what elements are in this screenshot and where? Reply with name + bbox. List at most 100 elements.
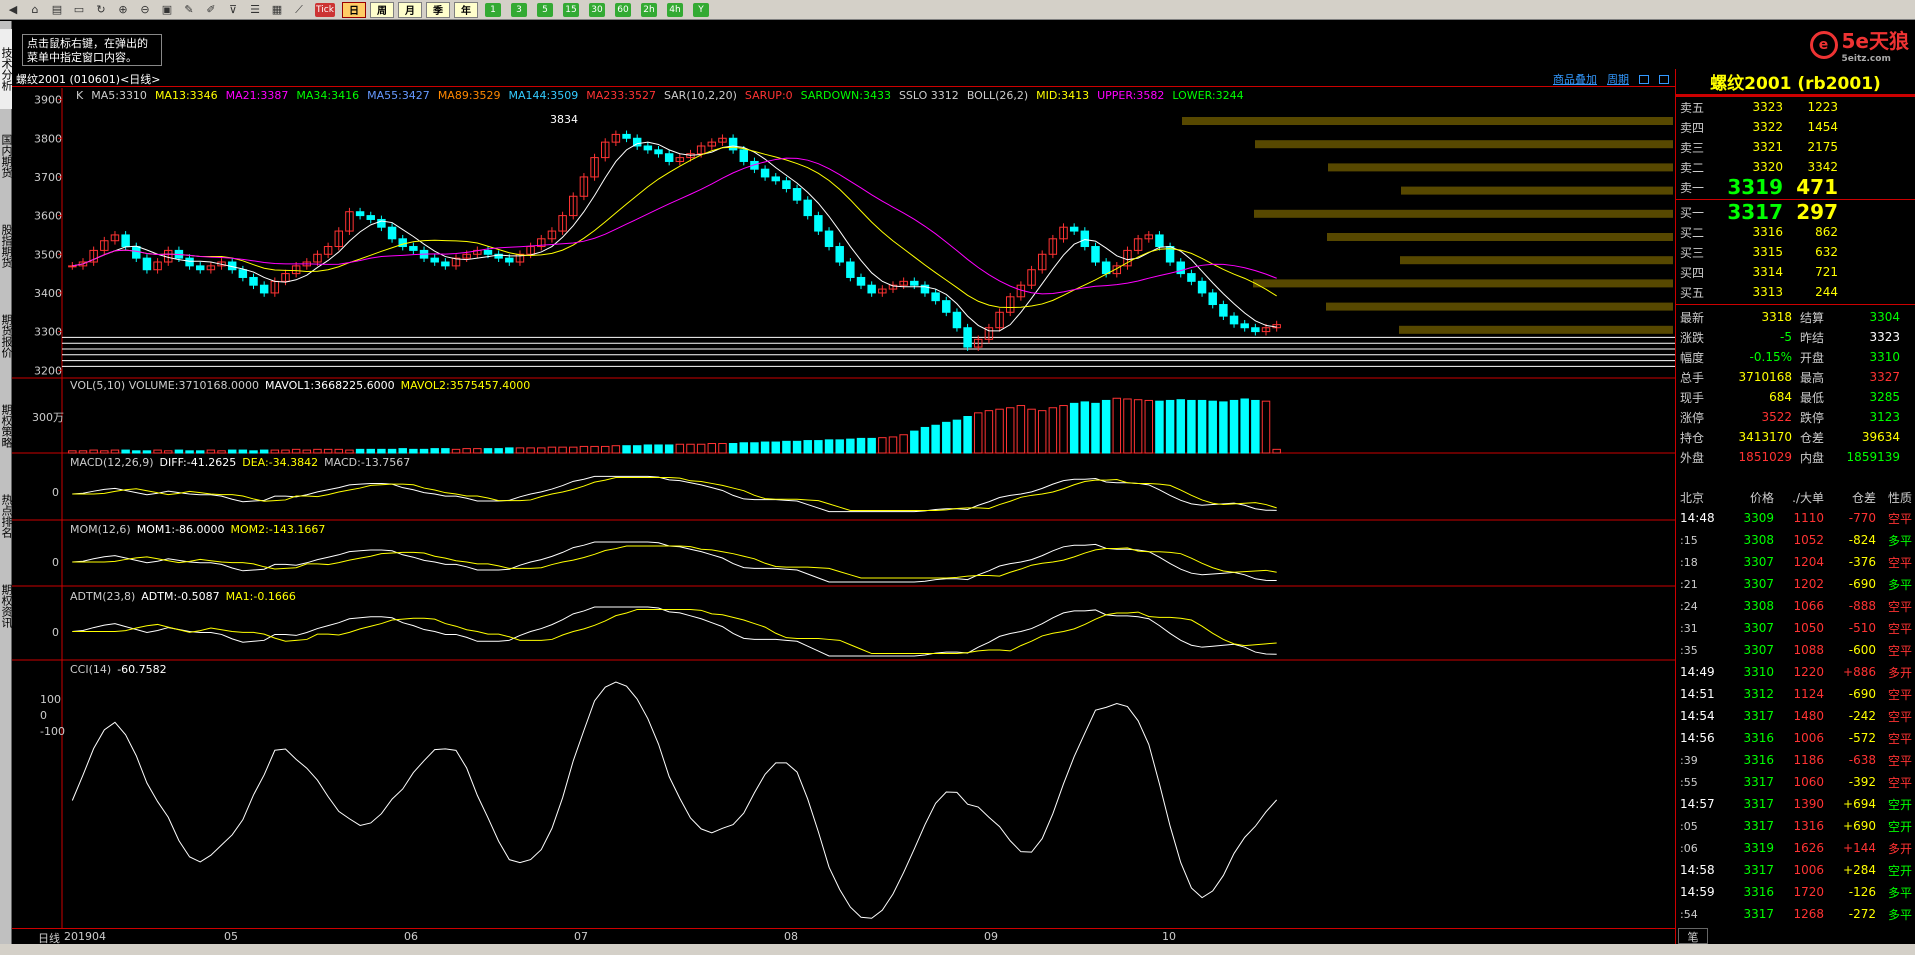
quote-value: -0.15% — [1749, 350, 1792, 364]
volume-bar — [1165, 399, 1175, 454]
candle-body — [430, 257, 439, 263]
sidebar-tab-quote[interactable]: 期货报价 — [0, 296, 13, 376]
book-price: 3313 — [1752, 285, 1783, 299]
book-volume: 1454 — [1807, 120, 1838, 134]
tick-volume: 1202 — [1793, 577, 1824, 591]
zoom-out-icon[interactable]: ⊖ — [134, 1, 156, 19]
tick-price: 3317 — [1743, 709, 1774, 723]
candle-body — [910, 280, 919, 286]
minute-30-button[interactable]: 30 — [589, 2, 605, 17]
add-product-link[interactable]: 商品叠加 — [1553, 71, 1597, 87]
sidebar-tab-ranking[interactable]: 热点排名 — [0, 476, 13, 556]
hint-box: 点击鼠标右键，在弹出的菜单中指定窗口内容。 — [22, 34, 162, 66]
sidebar-tab-news[interactable]: 期权资讯 — [0, 566, 13, 646]
quote-value: 3413170 — [1738, 430, 1792, 444]
tick-volume: 1316 — [1793, 819, 1824, 833]
tick-tab[interactable]: 笔 — [1678, 928, 1708, 944]
tick-type: 空平 — [1887, 555, 1912, 570]
ask-row: 卖四 3322 1454 — [1676, 117, 1915, 137]
volume-bar — [1048, 407, 1058, 454]
volume-bar — [291, 448, 301, 454]
tick-type: 空开 — [1887, 797, 1912, 812]
sidebar-tab-strategy[interactable]: 期权策略 — [0, 386, 13, 466]
period-week-button[interactable]: 周 — [370, 1, 394, 18]
period-month-button[interactable]: 月 — [398, 1, 422, 18]
book-volume: 721 — [1815, 265, 1838, 279]
candle-body — [963, 327, 972, 348]
home-icon[interactable]: ⌂ — [24, 1, 46, 19]
tick-volume: 1186 — [1793, 753, 1824, 767]
volume-bar — [664, 444, 674, 454]
price-tick-label: 3300 — [34, 326, 62, 339]
window-icon[interactable]: ▣ — [156, 1, 178, 19]
candle-body — [387, 226, 397, 240]
year-button[interactable]: Y — [693, 2, 709, 17]
tick-button[interactable]: Tick — [315, 2, 335, 17]
tick-price: 3307 — [1743, 621, 1774, 635]
quote-value: 3327 — [1869, 370, 1900, 384]
book-volume: 632 — [1815, 245, 1838, 259]
candle-body — [835, 246, 844, 263]
cci-axis-label: 100 — [40, 693, 61, 706]
candle-body — [739, 149, 749, 162]
period-quarter-button[interactable]: 季 — [426, 1, 450, 18]
book-volume: 862 — [1815, 225, 1838, 239]
candle-body — [249, 276, 258, 286]
layout-icon[interactable] — [1639, 74, 1649, 84]
minute-15-button[interactable]: 15 — [563, 2, 579, 17]
quote-label: 最新 — [1680, 310, 1705, 325]
book-price: 3322 — [1752, 120, 1783, 134]
tick-oi-change: +690 — [1843, 819, 1876, 833]
minute-5-button[interactable]: 5 — [537, 2, 553, 17]
volume-bar — [1112, 397, 1122, 454]
quote-title: 螺纹2001 (rb2001) — [1676, 69, 1915, 97]
sidebar-tab-index[interactable]: 股指期货 — [0, 206, 13, 286]
hour-4-button[interactable]: 4h — [667, 2, 683, 17]
candle-body — [195, 265, 205, 271]
tick-oi-change: -888 — [1848, 599, 1876, 613]
chart-canvas[interactable]: 3900 3800 3700 3600 3500 3400 3300 3200 VOL(5,10… — [12, 88, 1675, 935]
candles — [68, 130, 1281, 351]
minute-1-button[interactable]: 1 — [485, 2, 501, 17]
layout2-icon[interactable] — [1659, 74, 1669, 84]
hour-2-button[interactable]: 2h — [641, 2, 657, 17]
x-axis-label: 08 — [784, 930, 798, 943]
brush-icon[interactable]: ✐ — [200, 1, 222, 19]
line-chart-icon[interactable]: ⟋ — [288, 1, 310, 19]
tick-row: :31 3307 1050 -510 空平 — [1676, 617, 1915, 639]
book-label: 卖五 — [1680, 100, 1705, 115]
pen-icon[interactable]: ✎ — [178, 1, 200, 19]
period-day-button[interactable]: 日 — [342, 1, 366, 18]
back-icon[interactable]: ◀ — [2, 1, 24, 19]
tick-header: 北京 价格 ./大单 仓差 性质 — [1676, 487, 1915, 507]
volume-bar — [185, 450, 194, 454]
quote-value: 1859139 — [1846, 450, 1900, 464]
candle-body — [771, 176, 780, 182]
book-icon[interactable]: ▤ — [46, 1, 68, 19]
tick-time: 14:51 — [1680, 687, 1715, 701]
minute-60-button[interactable]: 60 — [615, 2, 631, 17]
period-link[interactable]: 周期 — [1607, 71, 1629, 87]
volume-bar — [952, 419, 962, 454]
filter-icon[interactable]: ⊽ — [222, 1, 244, 19]
list-icon[interactable]: ☰ — [244, 1, 266, 19]
sidebar-tab-domestic[interactable]: 国内期货 — [0, 116, 13, 196]
peak-label: 3834 — [550, 113, 578, 126]
quote-label: 涨跌 — [1680, 330, 1705, 345]
refresh-icon[interactable]: ↻ — [90, 1, 112, 19]
grid-icon[interactable]: ▦ — [266, 1, 288, 19]
quote-value: 684 — [1769, 390, 1792, 404]
zoom-in-icon[interactable]: ⊕ — [112, 1, 134, 19]
quote-row: 外盘 1851029 内盘 1859139 — [1676, 447, 1915, 467]
candle-body — [355, 211, 365, 217]
tick-time: 14:59 — [1680, 885, 1715, 899]
tick-header-cell: 仓差 — [1851, 490, 1876, 505]
bid-row: 买五 3313 244 — [1676, 282, 1915, 302]
tv-icon[interactable]: ▭ — [68, 1, 90, 19]
sidebar-tab-analysis[interactable]: 技术分析 — [0, 29, 13, 109]
minute-3-button[interactable]: 3 — [511, 2, 527, 17]
tick-type: 空开 — [1887, 863, 1912, 878]
tick-price: 3319 — [1743, 841, 1774, 855]
contract-label: 螺纹2001 (010601)<日线> — [16, 72, 161, 86]
period-year-button[interactable]: 年 — [454, 1, 478, 18]
